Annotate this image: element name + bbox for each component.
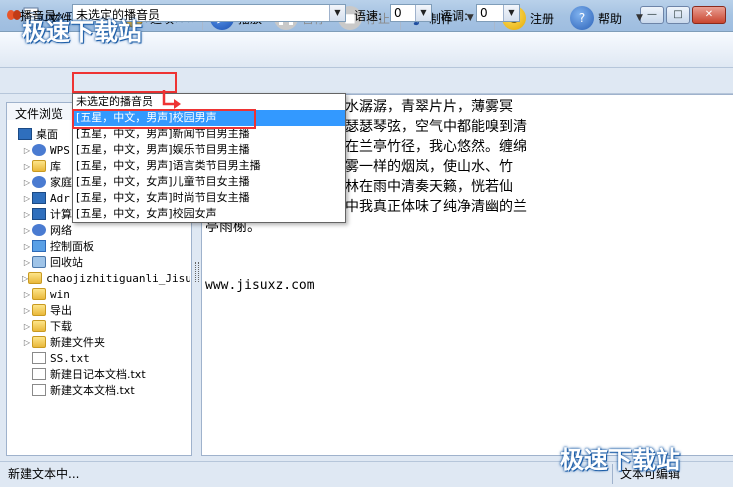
tree-item-label: 控制面板 bbox=[50, 240, 94, 253]
speed-label: 语速: bbox=[354, 9, 383, 23]
tree-item-label: 网络 bbox=[50, 224, 72, 237]
expand-icon[interactable]: ▷ bbox=[22, 146, 32, 155]
expand-icon[interactable]: ▷ bbox=[22, 210, 32, 219]
pc-icon bbox=[18, 128, 32, 140]
cpl-icon bbox=[32, 240, 46, 252]
announcer-option[interactable]: [五星，中文，男声]娱乐节目男主播 bbox=[73, 142, 345, 158]
expand-icon[interactable]: ▷ bbox=[22, 162, 32, 171]
tree-item[interactable]: SS.txt bbox=[8, 350, 190, 366]
tree-item-label: WPS bbox=[50, 143, 70, 157]
watermark-logo: 极速下载站 bbox=[560, 446, 680, 474]
tree-item-label: 家庭 bbox=[50, 176, 72, 189]
minimize-button[interactable]: — bbox=[640, 6, 664, 24]
splitter-grip[interactable] bbox=[195, 262, 199, 282]
tree-item[interactable]: 新建日记本文档.txt bbox=[8, 366, 190, 382]
tree-item-label: win bbox=[50, 287, 70, 301]
tree-item[interactable]: ▷ 网络 bbox=[8, 222, 190, 238]
tree-item-label: chaojizhitiguanli_Jisux bbox=[46, 271, 190, 285]
tree-item[interactable]: 新建文本文档.txt bbox=[8, 382, 190, 398]
pitch-value: 0 bbox=[480, 6, 488, 20]
folder-icon bbox=[32, 160, 46, 172]
expand-icon[interactable]: ▷ bbox=[22, 322, 32, 331]
tree-item-label: 导出 bbox=[50, 304, 72, 317]
pitch-select[interactable]: 0 ▼ bbox=[476, 4, 520, 22]
chevron-down-icon[interactable]: ▼ bbox=[329, 5, 345, 21]
register-label: 注册 bbox=[530, 11, 555, 26]
net-icon bbox=[32, 176, 46, 188]
tree-item-label: 新建文本文档.txt bbox=[50, 384, 135, 397]
close-button[interactable]: ✕ bbox=[692, 6, 726, 24]
tree-item-label: 桌面 bbox=[36, 128, 58, 141]
tree-item[interactable]: ▷ win bbox=[8, 286, 190, 302]
expand-icon[interactable]: ▷ bbox=[22, 178, 32, 187]
maximize-button[interactable]: □ bbox=[666, 6, 690, 24]
tree-item[interactable]: ▷ chaojizhitiguanli_Jisux bbox=[8, 270, 190, 286]
tree-item[interactable]: ▷ 控制面板 bbox=[8, 238, 190, 254]
speed-value: 0 bbox=[394, 6, 402, 20]
expand-icon[interactable]: ▷ bbox=[22, 194, 32, 203]
tree-item[interactable]: ▷ 下载 bbox=[8, 318, 190, 334]
expand-icon[interactable]: ▷ bbox=[22, 258, 32, 267]
tree-item[interactable]: ▷ 新建文件夹 bbox=[8, 334, 190, 350]
announcer-option[interactable]: [五星，中文，女声]校园女声 bbox=[73, 206, 345, 222]
announcer-option[interactable]: [五星，中文，男声]语言类节目男主播 bbox=[73, 158, 345, 174]
announcer-option[interactable]: 未选定的播音员 bbox=[73, 94, 345, 110]
expand-icon[interactable]: ▷ bbox=[22, 306, 32, 315]
folder-icon bbox=[32, 304, 46, 316]
announcer-option[interactable]: [五星，中文，女声]时尚节目女主播 bbox=[73, 190, 345, 206]
expand-icon[interactable]: ▷ bbox=[22, 226, 32, 235]
tree-item-label: 新建日记本文档.txt bbox=[50, 368, 146, 381]
document-url: www.jisuxz.com bbox=[205, 278, 315, 293]
folder-icon bbox=[32, 320, 46, 332]
tree-item-label: 回收站 bbox=[50, 256, 83, 269]
help-icon: ? bbox=[570, 6, 594, 30]
tree-item-label: 库 bbox=[50, 160, 61, 173]
folder-icon bbox=[28, 272, 43, 284]
tab-file-browser[interactable]: 文件浏览 bbox=[6, 102, 76, 121]
help-menu-button[interactable]: ? 帮助 ▼ bbox=[570, 3, 643, 33]
status-text: 新建文本中... bbox=[8, 467, 80, 481]
folder-icon bbox=[32, 336, 46, 348]
doc-icon bbox=[32, 384, 46, 396]
tree-item-label: 下载 bbox=[50, 320, 72, 333]
pc-icon bbox=[32, 192, 46, 204]
tree-item-label: Adr bbox=[50, 191, 70, 205]
chevron-down-icon[interactable]: ▼ bbox=[415, 5, 431, 21]
expand-icon[interactable]: ▷ bbox=[22, 338, 32, 347]
announcer-option[interactable]: [五星，中文，女声]儿童节目女主播 bbox=[73, 174, 345, 190]
tree-item[interactable]: ▷ 导出 bbox=[8, 302, 190, 318]
red-arrow-icon bbox=[162, 90, 181, 109]
tree-item-label: 新建文件夹 bbox=[50, 336, 105, 349]
tree-item[interactable]: ▷ 回收站 bbox=[8, 254, 190, 270]
chevron-down-icon[interactable]: ▼ bbox=[503, 5, 519, 21]
speed-select[interactable]: 0 ▼ bbox=[390, 4, 432, 22]
pitch-label: 语调: bbox=[440, 9, 469, 23]
watermark-logo: 极速下载站 bbox=[22, 18, 142, 46]
tree-item-label: 计算 bbox=[50, 208, 72, 221]
folder-icon bbox=[32, 288, 46, 300]
net-icon bbox=[32, 224, 46, 236]
doc-icon bbox=[32, 368, 46, 380]
tree-item-label: SS.txt bbox=[50, 351, 90, 365]
expand-icon[interactable]: ▷ bbox=[22, 290, 32, 299]
help-label: 帮助 bbox=[598, 11, 623, 26]
bin-icon bbox=[32, 256, 46, 268]
net-icon bbox=[32, 144, 46, 156]
pc-icon bbox=[32, 208, 46, 220]
chevron-down-icon: ▼ bbox=[636, 13, 643, 23]
doc-icon bbox=[32, 352, 46, 364]
expand-icon[interactable]: ▷ bbox=[22, 242, 32, 251]
